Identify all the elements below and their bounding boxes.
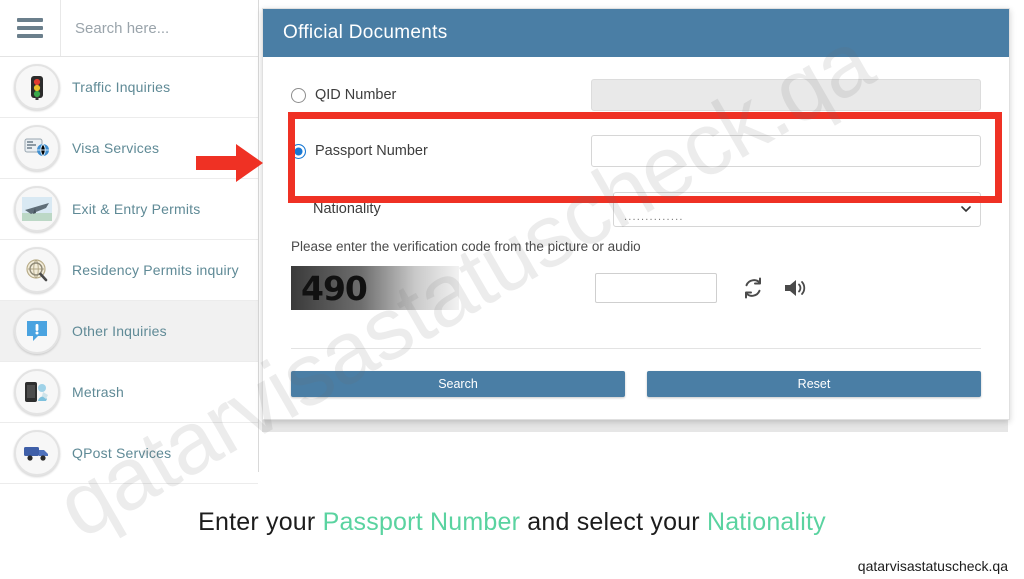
refresh-icon[interactable]: [741, 276, 765, 300]
screenshot-stage: qatarvisastatuscheck.qa Search here... T…: [0, 0, 1024, 579]
section-divider: [291, 348, 981, 349]
traffic-light-icon: [14, 64, 60, 110]
qid-number-input: [591, 79, 981, 111]
mobile-device-icon: [14, 369, 60, 415]
sidebar-item-label: Exit & Entry Permits: [72, 201, 201, 217]
airplane-icon: [14, 186, 60, 232]
sidebar-item-label: Residency Permits inquiry: [72, 262, 239, 278]
page-title: Official Documents: [283, 22, 448, 43]
search-button[interactable]: Search: [291, 371, 625, 397]
nationality-selected-value: ..............: [624, 210, 684, 223]
sidebar-item-label: Visa Services: [72, 140, 160, 156]
caption-highlight-nationality: Nationality: [706, 508, 826, 536]
red-right-arrow-icon: [196, 141, 264, 190]
passport-number-input[interactable]: [591, 135, 981, 167]
sidebar-header: Search here...: [0, 0, 258, 57]
passport-number-radio[interactable]: [291, 143, 306, 159]
sidebar-item-label: Other Inquiries: [72, 323, 167, 339]
official-documents-panel: Official Documents QID Number Passport N…: [262, 8, 1010, 420]
sidebar: Search here... Traffic Inquiries Visa Se…: [0, 0, 259, 484]
delivery-truck-icon: [14, 430, 60, 476]
caption-part2: and select your: [520, 508, 707, 536]
caption: Enter your Passport Number and select yo…: [0, 508, 1024, 537]
qid-number-radio[interactable]: [291, 87, 306, 103]
passport-number-label: Passport Number: [291, 143, 591, 159]
magnifier-globe-icon: [14, 247, 60, 293]
nationality-label: Nationality: [291, 201, 613, 217]
sidebar-item-label: QPost Services: [72, 445, 172, 461]
visa-globe-icon: [14, 125, 60, 171]
hamburger-menu-icon[interactable]: [0, 0, 61, 56]
search-input[interactable]: Search here...: [61, 20, 258, 37]
panel-body: QID Number Passport Number Nationality .…: [263, 57, 1009, 405]
sidebar-item-metrash[interactable]: Metrash: [0, 362, 258, 423]
qid-number-label: QID Number: [291, 87, 591, 103]
chevron-down-icon: [961, 206, 971, 213]
qid-number-row: QID Number: [291, 73, 981, 117]
sidebar-item-qpost-services[interactable]: QPost Services: [0, 423, 258, 484]
passport-number-label-text: Passport Number: [315, 143, 428, 159]
captcha-image: 490: [291, 266, 459, 310]
panel-footer-band: [262, 418, 1008, 432]
reset-button[interactable]: Reset: [647, 371, 981, 397]
sidebar-item-label: Traffic Inquiries: [72, 79, 171, 95]
qid-number-label-text: QID Number: [315, 87, 397, 103]
nationality-row: Nationality ..............: [291, 187, 981, 231]
captcha-input[interactable]: [595, 273, 717, 303]
panel-header: Official Documents: [263, 9, 1009, 57]
sidebar-item-traffic-inquiries[interactable]: Traffic Inquiries: [0, 57, 258, 118]
sidebar-item-other-inquiries[interactable]: Other Inquiries: [0, 301, 258, 362]
caption-highlight-passport: Passport Number: [322, 508, 521, 536]
passport-number-row: Passport Number: [291, 129, 981, 173]
sidebar-item-residency-permits-inquiry[interactable]: Residency Permits inquiry: [0, 240, 258, 301]
nationality-select[interactable]: ..............: [613, 191, 981, 227]
captcha-actions: [741, 276, 809, 300]
exclamation-bubble-icon: [14, 308, 60, 354]
nationality-label-text: Nationality: [313, 201, 381, 217]
captcha-hint: Please enter the verification code from …: [291, 239, 641, 254]
sidebar-item-label: Metrash: [72, 384, 124, 400]
site-url: qatarvisastatuscheck.qa: [857, 558, 1008, 574]
captcha-row: 490: [291, 266, 981, 310]
caption-part1: Enter your: [198, 508, 323, 536]
action-buttons: Search Reset: [291, 371, 981, 405]
speaker-icon[interactable]: [783, 276, 809, 300]
captcha-code: 490: [301, 268, 368, 308]
